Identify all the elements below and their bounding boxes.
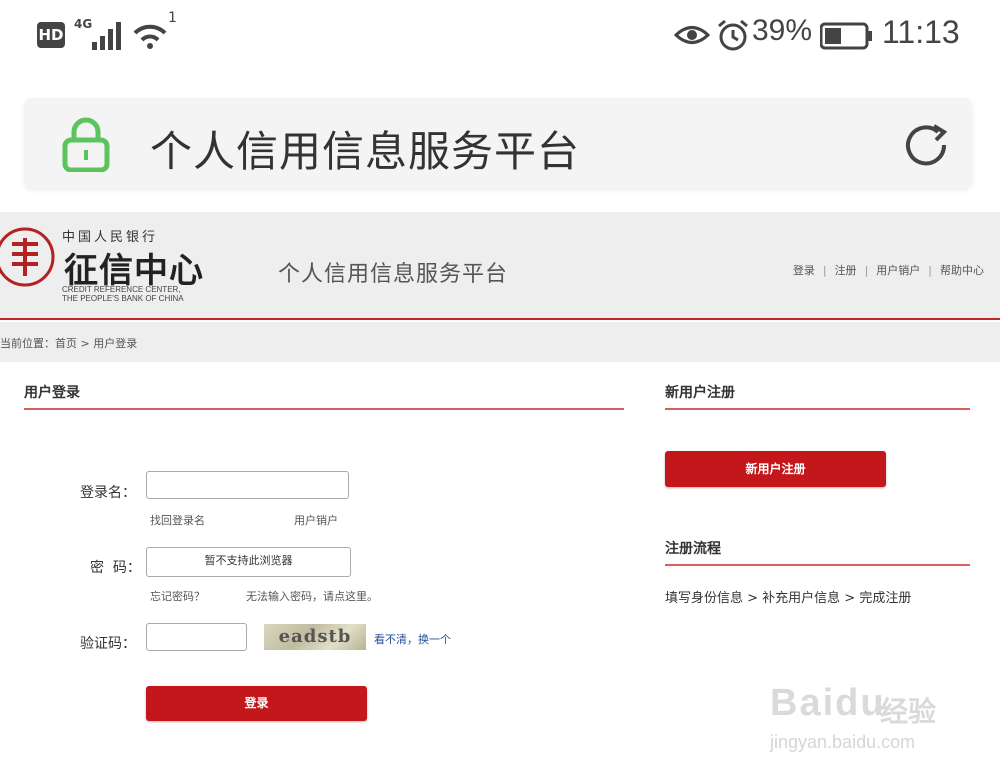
network-type: 4G [74, 17, 93, 31]
wifi-count: 1 [168, 10, 177, 26]
alarm-icon [718, 19, 748, 51]
forgot-password-link[interactable]: 忘记密码？ [150, 588, 205, 604]
clock: 11:13 [882, 14, 960, 50]
battery-icon [820, 22, 872, 50]
cannot-input-password-link[interactable]: 无法输入密码，请点这里。 [246, 588, 378, 604]
logo-english-line-1: CREDIT REFERENCE CENTER, [62, 285, 181, 294]
password-label: 密 码： [90, 560, 141, 576]
page-title: 个人信用信息服务平台 [150, 127, 581, 176]
baidu-watermark-url: jingyan.baidu.com [770, 732, 916, 752]
nav-register-link[interactable]: 注册 [835, 264, 857, 277]
logo-english-line-2: THE PEOPLE'S BANK OF CHINA [62, 294, 184, 303]
username-input[interactable] [146, 471, 349, 499]
find-username-link[interactable]: 找回登录名 [150, 512, 205, 528]
status-bar: HD 4G 1 39% 11:13 [0, 0, 1000, 72]
breadcrumb-bar [0, 322, 1000, 362]
cancel-account-link[interactable]: 用户销户 [294, 512, 338, 528]
password-field[interactable]: 暂不支持此浏览器 [146, 547, 351, 577]
wifi-icon [133, 24, 167, 49]
nav-cancel-account-link[interactable]: 用户销户 [876, 264, 920, 277]
nav-separator: | [864, 264, 869, 277]
captcha-label: 验证码： [80, 636, 136, 652]
credit-center-seal-icon [0, 227, 55, 287]
register-section-divider [665, 408, 970, 410]
register-flow-steps: 填写身份信息 > 补充用户信息 > 完成注册 [665, 591, 912, 606]
new-user-register-button[interactable]: 新用户注册 [665, 451, 886, 487]
login-section-title: 用户登录 [24, 385, 80, 401]
battery-percent: 39% [752, 14, 813, 47]
nav-separator: | [928, 264, 932, 277]
baidu-watermark: Baidu [770, 682, 886, 724]
hd-badge: HD [37, 22, 65, 48]
platform-title: 个人信用信息服务平台 [278, 262, 509, 287]
register-section-title: 新用户注册 [665, 385, 735, 401]
nav-login-link[interactable]: 登录 [793, 264, 815, 277]
captcha-input[interactable] [146, 623, 247, 651]
logo-english-text: CREDIT REFERENCE CENTER, THE PEOPLE'S BA… [62, 285, 184, 303]
captcha-image[interactable]: eadstb [264, 624, 366, 650]
baidu-watermark-cn: 经验 [880, 695, 937, 728]
eye-icon [674, 26, 710, 44]
signal-icon [92, 22, 121, 50]
lock-icon [62, 117, 110, 172]
username-label: 登录名： [80, 485, 136, 501]
register-flow-title: 注册流程 [665, 541, 721, 557]
breadcrumb: 当前位置：首页 > 用户登录 [0, 337, 138, 350]
refresh-icon[interactable] [900, 120, 954, 170]
nav-separator: | [822, 264, 827, 277]
login-button[interactable]: 登录 [146, 686, 367, 721]
top-nav-links: 登录 | 注册 | 用户销户 | 帮助中心 [793, 262, 984, 278]
register-flow-divider [665, 564, 970, 566]
login-section-divider [24, 408, 624, 410]
nav-help-link[interactable]: 帮助中心 [940, 264, 984, 277]
captcha-refresh-link[interactable]: 看不清，换一个 [374, 631, 451, 647]
